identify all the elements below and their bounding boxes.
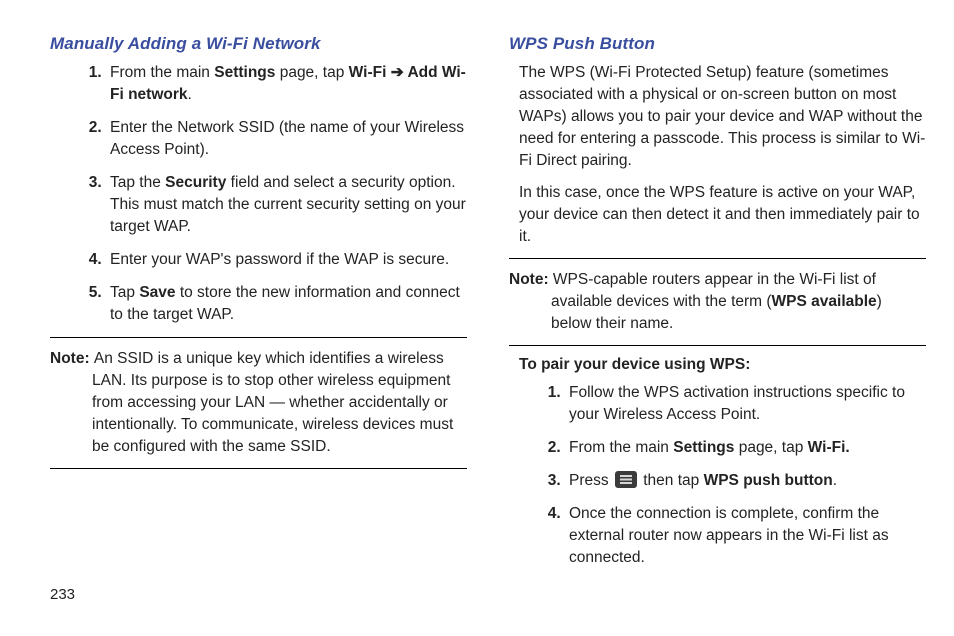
- wps-para-2: In this case, once the WPS feature is ac…: [519, 182, 926, 248]
- right-step-4: Once the connection is complete, confirm…: [565, 503, 926, 569]
- text: .: [833, 472, 837, 489]
- text: Tap: [110, 284, 139, 301]
- text-bold: Wi-Fi: [349, 64, 387, 81]
- text-bold: Settings: [214, 64, 275, 81]
- text: Tap the: [110, 174, 165, 191]
- text: then tap: [639, 472, 704, 489]
- wps-para-1: The WPS (Wi-Fi Protected Setup) feature …: [519, 62, 926, 172]
- page-number: 233: [50, 586, 75, 603]
- text-bold: Wi-Fi.: [808, 439, 850, 456]
- text-bold: Settings: [673, 439, 734, 456]
- left-step-5: Tap Save to store the new information an…: [106, 282, 467, 326]
- right-step-2: From the main Settings page, tap Wi-Fi.: [565, 437, 926, 459]
- note-text: An SSID is a unique key which identifies…: [92, 350, 453, 455]
- note-label: Note:: [50, 350, 94, 367]
- text: Press: [569, 472, 613, 489]
- left-step-1: From the main Settings page, tap Wi-Fi ➔…: [106, 62, 467, 106]
- right-step-1: Follow the WPS activation instructions s…: [565, 382, 926, 426]
- text: page, tap: [275, 64, 348, 81]
- left-step-2: Enter the Network SSID (the name of your…: [106, 117, 467, 161]
- text-bold: WPS push button: [704, 472, 833, 489]
- right-column: WPS Push Button The WPS (Wi-Fi Protected…: [509, 34, 926, 580]
- text: page, tap: [734, 439, 807, 456]
- right-step-3: Press then tap WPS push button.: [565, 470, 926, 492]
- heading-manually-adding-wifi: Manually Adding a Wi-Fi Network: [50, 34, 467, 54]
- heading-wps-push-button: WPS Push Button: [509, 34, 926, 54]
- left-column: Manually Adding a Wi-Fi Network From the…: [50, 34, 467, 580]
- right-steps-list: Follow the WPS activation instructions s…: [509, 382, 926, 569]
- text-bold: WPS available: [772, 293, 877, 310]
- text: .: [188, 86, 192, 103]
- text-bold: Save: [139, 284, 175, 301]
- divider: [50, 337, 467, 338]
- wps-subhead: To pair your device using WPS:: [519, 356, 926, 374]
- menu-icon: [615, 471, 637, 488]
- left-step-4: Enter your WAP's password if the WAP is …: [106, 249, 467, 271]
- text: From the main: [110, 64, 214, 81]
- note-label: Note:: [509, 271, 553, 288]
- document-page: Manually Adding a Wi-Fi Network From the…: [0, 0, 954, 580]
- left-steps-list: From the main Settings page, tap Wi-Fi ➔…: [50, 62, 467, 326]
- divider: [50, 468, 467, 469]
- text-bold: Security: [165, 174, 226, 191]
- right-note: Note: WPS-capable routers appear in the …: [509, 269, 926, 335]
- left-step-3: Tap the Security field and select a secu…: [106, 172, 467, 238]
- divider: [509, 345, 926, 346]
- text: From the main: [569, 439, 673, 456]
- left-note: Note: An SSID is a unique key which iden…: [50, 348, 467, 458]
- arrow-icon: ➔: [386, 64, 407, 81]
- divider: [509, 258, 926, 259]
